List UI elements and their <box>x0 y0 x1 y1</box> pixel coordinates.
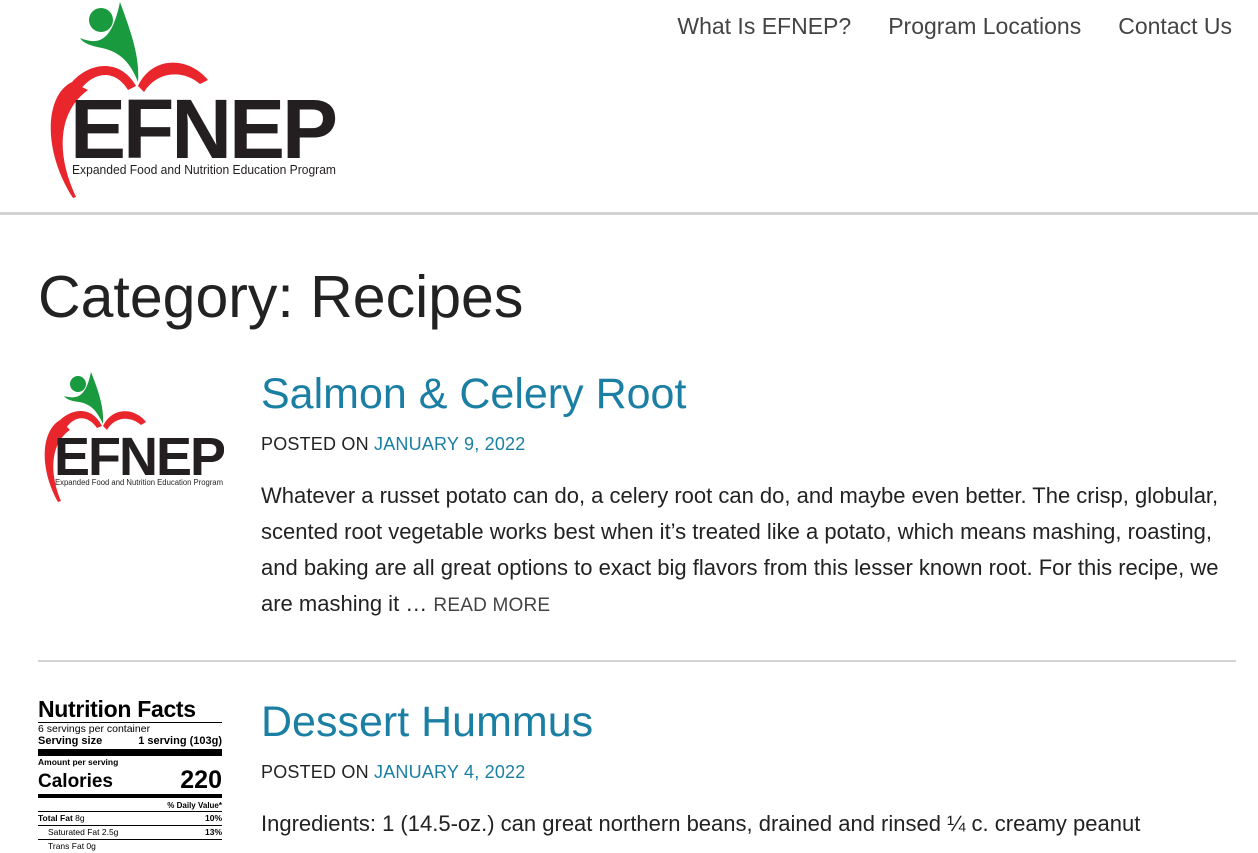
nutrition-saturated-fat: Saturated Fat 2.5g 13% <box>38 826 222 840</box>
post-date-link[interactable]: JANUARY 4, 2022 <box>374 762 525 782</box>
post-meta: POSTED ON JANUARY 4, 2022 <box>261 760 1236 784</box>
sat-fat-label: Saturated Fat 2.5g <box>48 827 119 837</box>
nutrition-serving-size: Serving size 1 serving (103g) <box>38 735 222 748</box>
nutrition-title: Nutrition Facts <box>38 696 222 723</box>
post-title: Salmon & Celery Root <box>261 368 1236 420</box>
nutrition-servings: 6 servings per container <box>38 723 151 735</box>
main-nav: What Is EFNEP? Program Locations Contact… <box>677 12 1232 40</box>
thumb-figure-head <box>70 376 86 392</box>
logo-tagline: Expanded Food and Nutrition Education Pr… <box>72 163 336 177</box>
thumb-tagline: Expanded Food and Nutrition Education Pr… <box>55 478 223 487</box>
post-excerpt: Whatever a russet potato can do, a celer… <box>261 478 1236 624</box>
nav-contact-us[interactable]: Contact Us <box>1118 12 1232 40</box>
thumb-apple-left-top <box>60 410 102 428</box>
nutrition-total-fat: Total Fat 8g 10% <box>38 812 222 826</box>
post-date-link[interactable]: JANUARY 9, 2022 <box>374 434 525 454</box>
post-thumbnail-efnep-logo[interactable]: EFNEP Expanded Food and Nutrition Educat… <box>38 370 224 505</box>
post-thumbnail-nutrition-facts[interactable]: Nutrition Facts 6 servings per container… <box>38 696 222 853</box>
post-title-link[interactable]: Dessert Hummus <box>261 698 593 746</box>
total-fat-label: Total Fat <box>38 813 73 823</box>
post-title: Dessert Hummus <box>261 696 1236 748</box>
nutrition-daily-value: % Daily Value* <box>38 800 222 812</box>
site-header: EFNEP Expanded Food and Nutrition Educat… <box>0 0 1258 212</box>
nutrition-thick-rule <box>38 749 222 756</box>
page-title: Category: Recipes <box>38 264 524 330</box>
post-divider <box>38 660 1236 662</box>
logo-figure-head <box>89 8 113 32</box>
post-salmon-celery-root: EFNEP Expanded Food and Nutrition Educat… <box>38 368 1236 628</box>
total-fat-pct: 10% <box>204 813 222 823</box>
post-meta: POSTED ON JANUARY 9, 2022 <box>261 432 1236 456</box>
serving-size-value: 1 serving (103g) <box>138 735 222 747</box>
post-body: Dessert Hummus POSTED ON JANUARY 4, 2022… <box>261 696 1236 842</box>
calories-value: 220 <box>180 766 222 794</box>
post-body: Salmon & Celery Root POSTED ON JANUARY 9… <box>261 368 1236 624</box>
post-title-link[interactable]: Salmon & Celery Root <box>261 370 686 418</box>
posted-on-label: POSTED ON <box>261 762 369 782</box>
nutrition-calories: Calories 220 <box>38 767 222 793</box>
sat-fat-pct: 13% <box>204 827 222 837</box>
nav-what-is-efnep[interactable]: What Is EFNEP? <box>677 12 851 40</box>
post-excerpt: Ingredients: 1 (14.5-oz.) can great nort… <box>261 806 1236 842</box>
logo-wordmark: EFNEP <box>70 82 336 176</box>
read-more-link[interactable]: READ MORE <box>433 595 550 616</box>
total-fat-amount: 8g <box>75 813 85 823</box>
header-divider <box>0 212 1258 215</box>
calories-label: Calories <box>38 771 113 792</box>
efnep-logo[interactable]: EFNEP Expanded Food and Nutrition Educat… <box>40 0 340 205</box>
serving-size-label: Serving size <box>38 735 103 747</box>
post-excerpt-text: Whatever a russet potato can do, a celer… <box>261 483 1219 616</box>
post-dessert-hummus: Nutrition Facts 6 servings per container… <box>38 696 1236 851</box>
posted-on-label: POSTED ON <box>261 434 369 454</box>
nav-program-locations[interactable]: Program Locations <box>888 12 1081 40</box>
post-excerpt-text: Ingredients: 1 (14.5-oz.) can great nort… <box>261 811 1141 836</box>
nutrition-mid-rule <box>38 794 222 798</box>
